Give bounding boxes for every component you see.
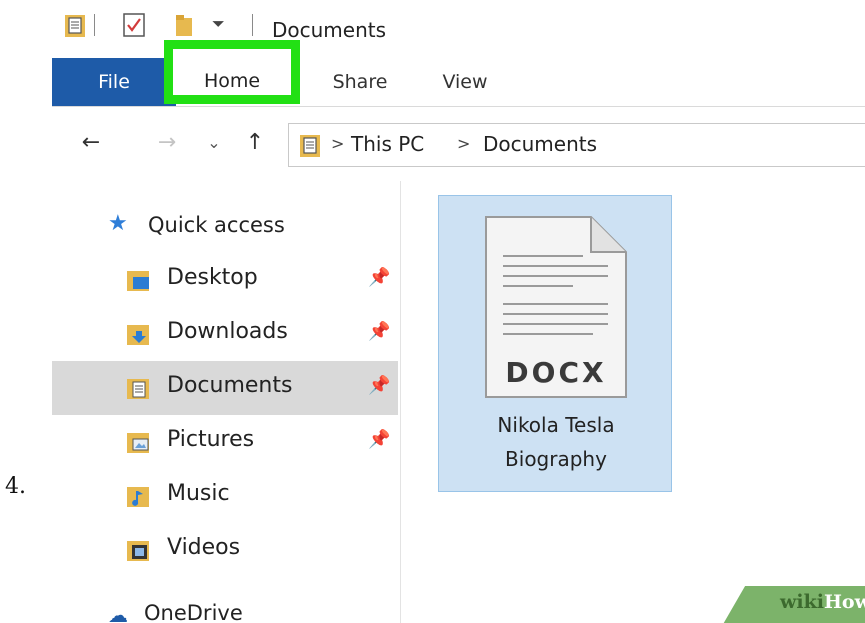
navigation-bar: ← → ⌄ ↑ > This PC > Documents: [52, 107, 865, 181]
file-name-line-1: Nikola Tesla: [497, 413, 615, 437]
title-separator: [94, 14, 95, 36]
sidebar-item-label: Downloads: [167, 319, 288, 344]
desktop-folder-icon: [127, 271, 149, 291]
videos-folder-icon: [127, 541, 149, 561]
star-icon: ★: [108, 211, 128, 236]
file-type-badge: DOCX: [505, 356, 606, 389]
wikihow-watermark: wikiHow: [780, 591, 865, 613]
music-folder-icon: [127, 487, 149, 507]
sidebar-item-label: Documents: [167, 373, 293, 398]
address-bar[interactable]: > This PC > Documents: [288, 123, 865, 167]
customize-toolbar-icon[interactable]: ⏷: [212, 14, 225, 34]
sidebar-item-documents[interactable]: Documents 📌: [52, 361, 398, 415]
pin-icon[interactable]: 📌: [368, 429, 390, 450]
file-item-nikola-tesla-biography[interactable]: DOCX Nikola Tesla Biography: [438, 195, 672, 492]
ribbon-tabs: File Share View Home: [52, 40, 865, 107]
breadcrumb-separator-icon: >: [457, 134, 471, 153]
title-separator-2: [252, 14, 253, 36]
file-name: Nikola Tesla Biography: [439, 408, 673, 476]
sidebar-item-videos[interactable]: Videos: [52, 523, 398, 577]
documents-folder-icon: [300, 135, 320, 157]
breadcrumb-this-pc[interactable]: This PC: [351, 132, 424, 156]
sidebar-item-label: Desktop: [167, 265, 258, 290]
watermark-part-2: How: [823, 591, 865, 613]
file-list: DOCX Nikola Tesla Biography wikiHow: [402, 181, 865, 623]
tab-file[interactable]: File: [52, 58, 176, 106]
watermark-part-1: wiki: [780, 591, 824, 613]
file-explorer-window: ⏷ Documents File Share View Home ← → ⌄ ↑…: [52, 0, 865, 623]
window-title: Documents: [272, 18, 387, 42]
folder-properties-icon[interactable]: [64, 12, 86, 38]
up-icon[interactable]: ↑: [240, 125, 270, 161]
tab-share[interactable]: Share: [320, 58, 400, 106]
sidebar-item-music[interactable]: Music: [52, 469, 398, 523]
sidebar-item-label: Videos: [167, 535, 241, 560]
pane-divider[interactable]: [400, 181, 401, 623]
cloud-icon: ☁: [108, 603, 128, 623]
pin-icon[interactable]: 📌: [368, 321, 390, 342]
sidebar-item-pictures[interactable]: Pictures 📌: [52, 415, 398, 469]
breadcrumb-documents[interactable]: Documents: [483, 132, 597, 156]
step-number: 4.: [5, 474, 26, 499]
sidebar-item-downloads[interactable]: Downloads 📌: [52, 307, 398, 361]
forward-icon[interactable]: →: [150, 125, 184, 161]
sidebar-item-label: Pictures: [167, 427, 255, 452]
navigation-pane: ★ Quick access Desktop 📌 Downloads 📌 Doc…: [52, 181, 402, 623]
checklist-icon[interactable]: [122, 12, 146, 38]
back-icon[interactable]: ←: [74, 125, 108, 161]
file-name-line-2: Biography: [505, 447, 607, 471]
downloads-folder-icon: [127, 325, 149, 345]
quick-access-label: Quick access: [148, 213, 285, 237]
pin-icon[interactable]: 📌: [368, 375, 390, 396]
pictures-folder-icon: [127, 433, 149, 453]
pin-icon[interactable]: 📌: [368, 267, 390, 288]
documents-folder-icon: [127, 379, 149, 399]
sidebar-item-label: OneDrive: [144, 601, 243, 623]
sidebar-item-desktop[interactable]: Desktop 📌: [52, 253, 398, 307]
recent-locations-icon[interactable]: ⌄: [202, 125, 226, 161]
new-folder-icon[interactable]: [174, 12, 196, 38]
docx-file-icon: DOCX: [485, 216, 627, 398]
sidebar-item-label: Music: [167, 481, 230, 506]
tab-home[interactable]: Home: [164, 40, 300, 104]
tab-view[interactable]: View: [430, 58, 500, 106]
breadcrumb-separator-icon: >: [331, 134, 345, 153]
